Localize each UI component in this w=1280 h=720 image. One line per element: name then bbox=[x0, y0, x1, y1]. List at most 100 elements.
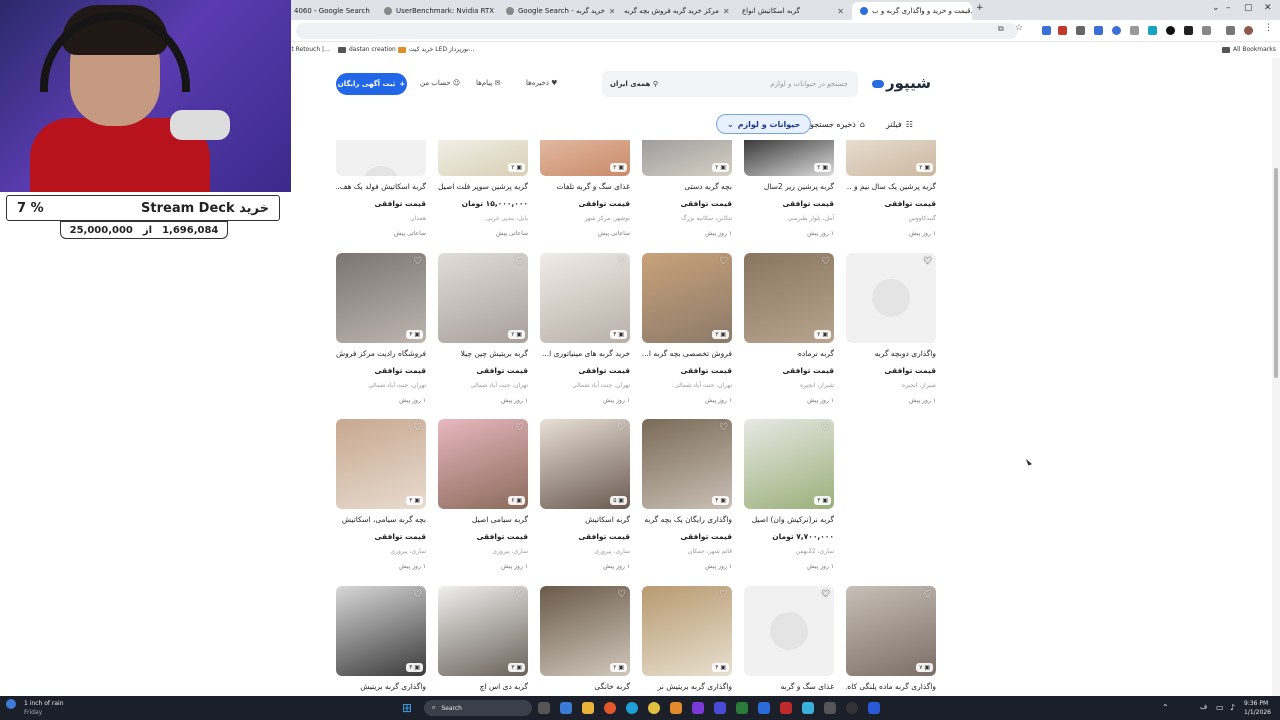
favorite-heart-icon[interactable]: ♡ bbox=[821, 422, 830, 433]
extension-icon[interactable] bbox=[1112, 26, 1121, 35]
windows-start-icon[interactable]: ⊞ bbox=[402, 701, 412, 715]
category-chip[interactable]: حیوانات و لوازم ⌄ bbox=[716, 114, 812, 134]
tab-search-icon[interactable]: ⌄ bbox=[1212, 3, 1220, 13]
listing-card[interactable]: ♡ ۶ ▣ گربه سیامی اصیل قیمت توافقی ساری، پیرو… bbox=[438, 419, 528, 572]
listing-card[interactable]: ۲ ▣ غذای سگ و گربه تلفات قیمت توافقی بوشهر،… bbox=[540, 140, 630, 239]
listing-card[interactable]: ♡ ۲ ▣ گربه بریتیش چین چیلا قیمت توافقی تهران… bbox=[438, 253, 528, 406]
chevron-up-icon[interactable]: ⌃ bbox=[1162, 703, 1169, 712]
listing-card[interactable]: ♡ ۳ ▣ فروش تخصصی بچه گربه ا... قیمت توافقی ت… bbox=[642, 253, 732, 406]
extension-icon[interactable] bbox=[1094, 26, 1103, 35]
listing-photo[interactable]: ♡ ۲ ▣ bbox=[540, 586, 630, 676]
listing-card[interactable]: ♡ ۴ ▣ واگذاری گربه بریتیش bbox=[336, 586, 426, 696]
favorite-heart-icon[interactable]: ♡ bbox=[617, 422, 626, 433]
scrollbar-thumb[interactable] bbox=[1274, 168, 1278, 378]
favorite-heart-icon[interactable]: ♡ bbox=[413, 589, 422, 600]
app-icon[interactable] bbox=[560, 702, 572, 714]
favorite-heart-icon[interactable]: ♡ bbox=[515, 422, 524, 433]
window-close-icon[interactable]: ✕ bbox=[1264, 3, 1272, 13]
weather-text[interactable]: 1 inch of rain bbox=[24, 700, 64, 707]
profile-avatar[interactable] bbox=[1244, 26, 1253, 35]
close-icon[interactable]: ✕ bbox=[723, 7, 730, 16]
listing-photo[interactable]: ♡ ۳ ▣ bbox=[336, 253, 426, 343]
clock-time[interactable]: 9:36 PM bbox=[1244, 700, 1268, 707]
extension-icon[interactable] bbox=[1076, 26, 1085, 35]
listing-photo[interactable]: ♡ ۶ ▣ bbox=[438, 419, 528, 509]
bookmark-star-icon[interactable]: ☆ bbox=[1015, 23, 1024, 33]
app-icon[interactable] bbox=[824, 702, 836, 714]
volume-icon[interactable]: ♪ bbox=[1230, 703, 1235, 712]
saved-link[interactable]: ♥ ذخیره‌ها bbox=[526, 79, 557, 87]
extension-icon[interactable] bbox=[1166, 26, 1175, 35]
listing-photo[interactable]: ♡ ۷ ▣ bbox=[846, 586, 936, 676]
favorite-heart-icon[interactable]: ♡ bbox=[413, 256, 422, 267]
chrome-icon[interactable] bbox=[648, 702, 660, 714]
listing-card[interactable]: ♡ غذای سگ و گربه bbox=[744, 586, 834, 696]
listing-card[interactable]: ♡ ۴ ▣ خرید گربه های مینیاتوری ا... قیمت توا… bbox=[540, 253, 630, 406]
favorite-heart-icon[interactable]: ♡ bbox=[719, 256, 728, 267]
new-tab-icon[interactable]: + bbox=[976, 3, 984, 13]
post-ad-button[interactable]: + ثبت آگهی رایگان bbox=[336, 73, 407, 95]
listing-photo[interactable]: ♡ ۴ ▣ bbox=[642, 419, 732, 509]
listing-card[interactable]: ♡ ۲ ▣ گربه خانگی bbox=[540, 586, 630, 696]
favorite-heart-icon[interactable]: ♡ bbox=[821, 256, 830, 267]
listing-photo[interactable]: ♡ ۴ ▣ bbox=[540, 253, 630, 343]
extension-icon[interactable] bbox=[1130, 26, 1139, 35]
listing-photo[interactable]: ♡ ۲ ▣ bbox=[438, 253, 528, 343]
search-bar[interactable]: جستجو در حیوانات و لوازم ⚲ همه‌ی ایران bbox=[602, 71, 858, 97]
favorite-heart-icon[interactable]: ♡ bbox=[923, 589, 932, 600]
listing-card[interactable]: ♡ ۴ ▣ واگذاری گربه بریتیش نر bbox=[642, 586, 732, 696]
side-panel-icon[interactable] bbox=[1226, 26, 1235, 35]
close-icon[interactable]: ✕ bbox=[609, 7, 614, 16]
listing-photo[interactable]: ♡ ۳ ▣ bbox=[438, 586, 528, 676]
taskbar-search[interactable]: ⌕ Search bbox=[424, 700, 532, 716]
sheypoor-logo[interactable]: شیپور bbox=[872, 74, 931, 92]
listing-photo[interactable]: ۲ ▣ bbox=[744, 140, 834, 176]
listing-card[interactable]: ♡ ۵ ▣ گربه اسکاتیش قیمت توافقی ساری، پیروزی ۱… bbox=[540, 419, 630, 572]
app-icon[interactable] bbox=[714, 702, 726, 714]
tab-sheypoor-active[interactable]: قیمت و خرید و واگذاری گربه و ب...✕ bbox=[852, 2, 972, 20]
listing-card[interactable]: ۲ ▣ گربه پرشین سوپر فلت اصیل ۱۵,۰۰۰,۰۰۰ تو… bbox=[438, 140, 528, 239]
listing-card[interactable]: ۲ ▣ گربه پرشین یک سال نیم و ... قیمت توافق… bbox=[846, 140, 936, 239]
extension-icon[interactable] bbox=[1184, 26, 1193, 35]
listing-photo[interactable]: ♡ ۳ ▣ bbox=[336, 419, 426, 509]
listing-photo[interactable]: ♡ ۴ ▣ bbox=[642, 586, 732, 676]
app-icon[interactable] bbox=[692, 702, 704, 714]
favorite-heart-icon[interactable]: ♡ bbox=[719, 422, 728, 433]
favorite-heart-icon[interactable]: ♡ bbox=[617, 589, 626, 600]
listing-photo[interactable]: ♡ ۴ ▣ bbox=[336, 586, 426, 676]
close-icon[interactable]: ✕ bbox=[837, 7, 844, 16]
tab-userbenchmark[interactable]: UserBenchmark: Nvidia RTX 30...✕ bbox=[376, 2, 496, 20]
listing-card[interactable]: ♡ واگذاری دوبچه گربه قیمت توافقی شیراز، انج… bbox=[846, 253, 936, 406]
language-indicator-icon[interactable]: ف bbox=[1200, 703, 1207, 711]
extension-icon[interactable] bbox=[1058, 26, 1067, 35]
tab-cat-shop[interactable]: مرکز خرید گربه فروش بچه گربه ✕ bbox=[616, 2, 732, 20]
all-bookmarks[interactable]: All Bookmarks bbox=[1222, 46, 1276, 53]
location-selector[interactable]: ⚲ همه‌ی ایران bbox=[610, 80, 658, 88]
favorite-heart-icon[interactable]: ♡ bbox=[515, 589, 524, 600]
listing-photo[interactable]: ♡ ۳ ▣ bbox=[744, 419, 834, 509]
tab-google-4060[interactable]: 4060 - Google Search✕ bbox=[286, 2, 374, 20]
save-search-button[interactable]: ⌂ ذخیره جستجو bbox=[810, 114, 865, 134]
listing-card[interactable]: ♡ ۴ ▣ واگذاری رایگان یک بچه گربه قیمت توافق… bbox=[642, 419, 732, 572]
tab-scottish-cat[interactable]: گربه اسکاتیش انواع ✕ bbox=[734, 2, 852, 20]
extension-icon[interactable] bbox=[1148, 26, 1157, 35]
favorite-heart-icon[interactable]: ♡ bbox=[719, 589, 728, 600]
install-icon[interactable]: ⧉ bbox=[998, 24, 1007, 33]
listing-photo[interactable]: ۲ ▣ bbox=[438, 140, 528, 176]
file-explorer-icon[interactable] bbox=[582, 702, 594, 714]
favorite-heart-icon[interactable]: ♡ bbox=[413, 422, 422, 433]
listing-photo[interactable]: ۲ ▣ bbox=[642, 140, 732, 176]
app-icon[interactable] bbox=[868, 702, 880, 714]
listing-card[interactable]: گربه اسکاتیش فولد یک هف... قیمت توافقی همد… bbox=[336, 140, 426, 239]
bookmark-item-led[interactable]: خرید کیت LED نورپرداز... bbox=[398, 46, 475, 53]
edge-icon[interactable] bbox=[626, 702, 638, 714]
listing-card[interactable]: ♡ ۷ ▣ واگذاری گربه ماده پلنگی کاه... bbox=[846, 586, 936, 696]
extension-icon[interactable] bbox=[1042, 26, 1051, 35]
listing-card[interactable]: ۲ ▣ بچه گربه دستی قیمت توافقی تنکابن، سکانی… bbox=[642, 140, 732, 239]
favorite-heart-icon[interactable]: ♡ bbox=[515, 256, 524, 267]
placeholder-image[interactable]: ♡ bbox=[846, 253, 936, 343]
obs-icon[interactable] bbox=[846, 702, 858, 714]
listing-card[interactable]: ♡ ۳ ▣ گربه دی اس اچ bbox=[438, 586, 528, 696]
listing-card[interactable]: ۲ ▣ گربه پرشین زیر 2سال قیمت توافقی آمل، بل… bbox=[744, 140, 834, 239]
firefox-icon[interactable] bbox=[604, 702, 616, 714]
